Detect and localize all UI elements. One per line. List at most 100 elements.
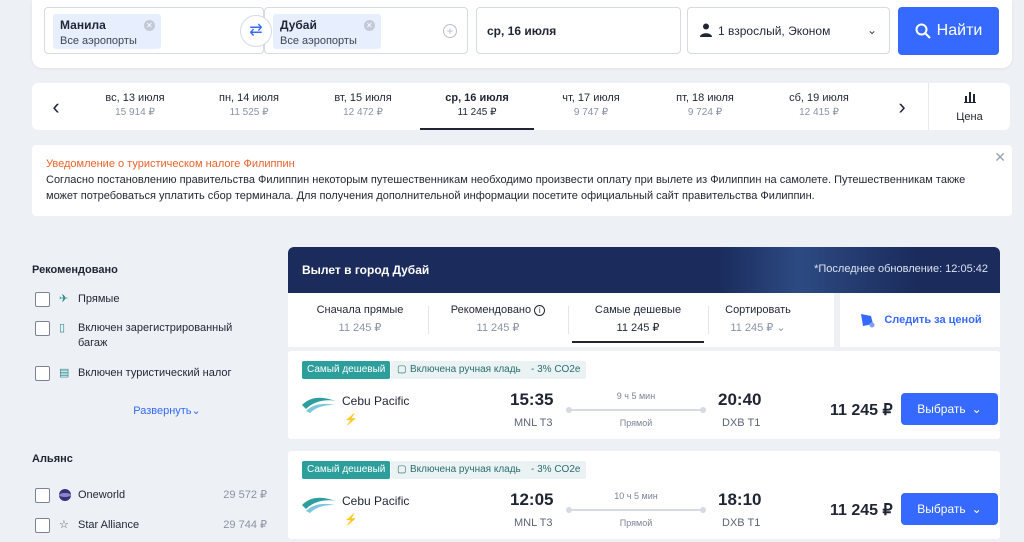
chevron-down-icon: ⌄	[191, 405, 201, 417]
departure-time: 12:05	[510, 490, 554, 509]
date-price: 9 724 ₽	[687, 107, 723, 118]
date-field[interactable]: ср, 16 июля	[476, 7, 681, 54]
filter-checked-baggage[interactable]: ▯ Включен зарегистрированный багаж	[32, 321, 262, 351]
filter-price: 29 744 ₽	[223, 519, 267, 531]
cheapest-badge: Самый дешевый	[302, 461, 391, 479]
destination-chip[interactable]: Дубай Все аэропорты ✕	[273, 14, 381, 49]
tax-icon: ▤	[59, 367, 70, 379]
filter-oneworld[interactable]: Oneworld 29 572 ₽	[32, 488, 272, 503]
date-price: 11 245 ₽	[457, 107, 497, 118]
date-option[interactable]: пн, 14 июля 11 525 ₽	[192, 83, 306, 130]
destination-field[interactable]: Дубай Все аэропорты ✕ +	[264, 7, 468, 54]
sort-label: Рекомендовано	[450, 304, 532, 316]
stops-info: Прямой	[619, 518, 653, 528]
select-flight-button[interactable]: Выбрать ⌄	[901, 493, 998, 525]
stops-info: Прямой	[619, 418, 653, 428]
alliance-heading: Альянс	[32, 453, 73, 465]
lightning-icon: ⚡	[344, 414, 358, 426]
origin-airports: Все аэропорты	[60, 35, 137, 47]
add-destination-icon[interactable]: +	[443, 24, 457, 38]
bag-icon: ▢	[397, 464, 407, 475]
chevron-down-icon: ⌄	[971, 502, 982, 516]
departure-airport: MNL T3	[514, 417, 553, 429]
destination-airports: Все аэропорты	[280, 35, 357, 47]
checkbox[interactable]	[35, 321, 50, 336]
date-option[interactable]: чт, 17 июля 9 747 ₽	[534, 83, 648, 130]
origin-field[interactable]: Манила Все аэропорты ✕	[44, 7, 264, 54]
select-flight-button[interactable]: Выбрать ⌄	[901, 393, 998, 425]
luggage-icon: ▯	[59, 322, 66, 334]
sort-price: 11 245 ₽	[476, 322, 520, 334]
results-header: Вылет в город Дубай *Последнее обновлени…	[288, 247, 1000, 293]
departure-time: 15:35	[510, 390, 554, 409]
filter-label: Прямые	[78, 293, 120, 305]
route-line	[566, 507, 706, 513]
flight-duration: 10 ч 5 мин	[614, 491, 658, 501]
co2-badge: - 3% CO2e	[525, 461, 587, 479]
badge-text: Включена ручная кладь	[410, 464, 521, 475]
close-icon[interactable]: ✕	[994, 149, 1006, 166]
remove-origin-icon[interactable]: ✕	[143, 20, 155, 31]
date-option-selected[interactable]: ср, 16 июля 11 245 ₽	[420, 83, 534, 130]
date-option[interactable]: вт, 15 июля 12 472 ₽	[306, 83, 420, 130]
date-price: 11 525 ₽	[229, 107, 269, 118]
sort-label: Сначала прямые	[316, 304, 404, 316]
filter-tourist-tax[interactable]: ▤ Включен туристический налог	[32, 366, 262, 381]
sort-dropdown[interactable]: Сортировать 11 245 ₽ ⌄	[690, 293, 826, 347]
flight-card[interactable]: Самый дешевый ▢ Включена ручная кладь - 3…	[288, 451, 1000, 539]
price-alert-button[interactable]: Следить за ценой	[840, 293, 1000, 347]
lightning-icon: ⚡	[344, 514, 358, 526]
expand-filters-link[interactable]: Развернуть⌄	[67, 404, 267, 417]
sort-recommended[interactable]: Рекомендовано i 11 245 ₽	[430, 293, 566, 347]
expand-label: Развернуть	[133, 405, 192, 417]
date-option[interactable]: пт, 18 июля 9 724 ₽	[648, 83, 762, 130]
cebu-pacific-logo	[302, 497, 336, 513]
prev-dates-button[interactable]: ‹	[36, 83, 76, 130]
date-label: сб, 19 июля	[789, 92, 849, 104]
date-value: ср, 16 июля	[487, 24, 557, 38]
sort-bar: Сначала прямые 11 245 ₽ Рекомендовано i …	[288, 293, 834, 347]
person-icon	[700, 23, 712, 37]
arrival-airport: DXB T1	[722, 517, 761, 529]
last-updated: *Последнее обновление: 12:05:42	[814, 263, 988, 275]
arrival-time: 18:10	[718, 490, 762, 509]
info-icon[interactable]: i	[534, 305, 546, 316]
price-chart-tab[interactable]: Цена	[928, 83, 1010, 130]
hand-luggage-badge: ▢ Включена ручная кладь	[391, 461, 526, 479]
checkbox[interactable]	[35, 488, 50, 503]
date-price: 12 415 ₽	[799, 107, 839, 118]
checkbox[interactable]	[35, 366, 50, 381]
checkbox[interactable]	[35, 518, 50, 533]
checkbox[interactable]	[35, 292, 50, 307]
flight-duration: 9 ч 5 мин	[616, 391, 656, 401]
airline-name: Cebu Pacific	[342, 394, 410, 408]
origin-city: Манила	[60, 18, 106, 32]
date-label: вт, 15 июля	[334, 92, 392, 104]
co2-badge: - 3% CO2e	[525, 361, 587, 379]
price-tab-label: Цена	[956, 111, 983, 123]
date-label: пн, 14 июля	[219, 92, 279, 104]
chevron-down-icon: ⌄	[866, 23, 877, 37]
passengers-value: 1 взрослый, Эконом	[718, 24, 831, 38]
notice-body: Согласно постановлению правительства Фил…	[46, 174, 966, 202]
filter-label: Включен зарегистрированный багаж	[78, 322, 233, 349]
route-line	[566, 407, 706, 413]
cebu-pacific-logo	[302, 397, 336, 413]
filter-direct[interactable]: ✈ Прямые	[32, 292, 262, 307]
filter-price: 29 572 ₽	[223, 489, 267, 501]
date-option[interactable]: сб, 19 июля 12 415 ₽	[762, 83, 876, 130]
flight-card[interactable]: Самый дешевый ▢ Включена ручная кладь - 3…	[288, 351, 1000, 439]
swap-cities-button[interactable]: ⇄	[240, 15, 272, 47]
filter-label: Oneworld	[78, 489, 126, 501]
filter-star-alliance[interactable]: ☆ Star Alliance 29 744 ₽	[32, 518, 272, 533]
date-option[interactable]: вс, 13 июля 15 914 ₽	[78, 83, 192, 130]
next-dates-button[interactable]: ›	[882, 83, 922, 130]
sort-cheapest[interactable]: Самые дешевые 11 245 ₽	[570, 293, 706, 347]
date-strip: ‹ вс, 13 июля 15 914 ₽ пн, 14 июля 11 525 …	[32, 83, 1010, 130]
origin-chip[interactable]: Манила Все аэропорты ✕	[53, 14, 161, 49]
find-button[interactable]: Найти	[898, 7, 999, 55]
airline-name: Cebu Pacific	[342, 494, 410, 508]
remove-destination-icon[interactable]: ✕	[363, 20, 375, 31]
sort-direct-first[interactable]: Сначала прямые 11 245 ₽	[292, 293, 428, 347]
passengers-field[interactable]: 1 взрослый, Эконом ⌄	[687, 7, 890, 54]
